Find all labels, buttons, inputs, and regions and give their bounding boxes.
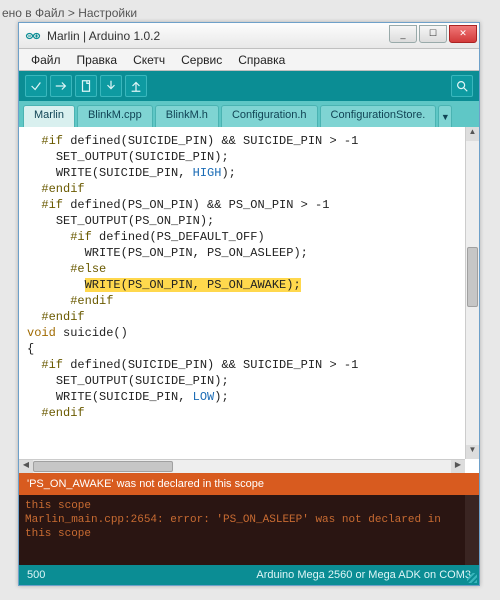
verify-button[interactable]: [25, 75, 47, 97]
code-line: WRITE(SUICIDE_PIN, LOW);: [27, 389, 457, 405]
arduino-icon: [25, 28, 41, 44]
tab-blinkm-cpp[interactable]: BlinkM.cpp: [77, 105, 153, 127]
error-summary-bar: 'PS_ON_AWAKE' was not declared in this s…: [19, 473, 479, 495]
menu-item-файл[interactable]: Файл: [23, 51, 69, 69]
menu-item-правка[interactable]: Правка: [69, 51, 126, 69]
code-line: #if defined(SUICIDE_PIN) && SUICIDE_PIN …: [27, 133, 457, 149]
new-button[interactable]: [75, 75, 97, 97]
code-editor[interactable]: #if defined(SUICIDE_PIN) && SUICIDE_PIN …: [19, 127, 479, 473]
vertical-scrollbar[interactable]: ▲ ▼: [465, 127, 479, 459]
arduino-window: Marlin | Arduino 1.0.2 _ ☐ ✕ ФайлПравкаС…: [18, 22, 480, 586]
close-button[interactable]: ✕: [449, 25, 477, 43]
console-output[interactable]: this scopeMarlin_main.cpp:2654: error: '…: [19, 495, 479, 565]
menu-bar: ФайлПравкаСкетчСервисСправка: [19, 49, 479, 71]
horizontal-scrollbar[interactable]: ◀ ▶: [19, 459, 465, 473]
page-breadcrumb-fragment: ено в Файл > Настройки: [2, 6, 137, 20]
horizontal-scroll-thumb[interactable]: [33, 461, 173, 472]
menu-item-сервис[interactable]: Сервис: [173, 51, 230, 69]
console-scrollbar[interactable]: [465, 495, 479, 565]
title-bar[interactable]: Marlin | Arduino 1.0.2 _ ☐ ✕: [19, 23, 479, 49]
code-line: #if defined(SUICIDE_PIN) && SUICIDE_PIN …: [27, 357, 457, 373]
code-line: {: [27, 341, 457, 357]
code-line: #if defined(PS_ON_PIN) && PS_ON_PIN > -1: [27, 197, 457, 213]
code-line: #endif: [27, 309, 457, 325]
code-line: #endif: [27, 181, 457, 197]
save-button[interactable]: [125, 75, 147, 97]
upload-button[interactable]: [50, 75, 72, 97]
menu-item-справка[interactable]: Справка: [230, 51, 293, 69]
tab-marlin[interactable]: Marlin: [23, 105, 75, 127]
minimize-button[interactable]: _: [389, 25, 417, 43]
maximize-button[interactable]: ☐: [419, 25, 447, 43]
scroll-left-icon[interactable]: ◀: [19, 460, 33, 473]
status-bar: 500 Arduino Mega 2560 or Mega ADK on COM…: [19, 565, 479, 585]
scroll-right-icon[interactable]: ▶: [451, 460, 465, 473]
error-summary-text: 'PS_ON_AWAKE' was not declared in this s…: [27, 478, 264, 490]
tab-configuration-h[interactable]: Configuration.h: [221, 105, 318, 127]
tab-bar: MarlinBlinkM.cppBlinkM.hConfiguration.hC…: [19, 101, 479, 127]
code-line: WRITE(SUICIDE_PIN, HIGH);: [27, 165, 457, 181]
window-title: Marlin | Arduino 1.0.2: [47, 29, 389, 43]
tab-overflow-button[interactable]: ▼: [438, 105, 452, 127]
vertical-scroll-thumb[interactable]: [467, 247, 478, 307]
code-line: #if defined(PS_DEFAULT_OFF): [27, 229, 457, 245]
open-button[interactable]: [100, 75, 122, 97]
code-line: #else: [27, 261, 457, 277]
scroll-down-icon[interactable]: ▼: [466, 445, 479, 459]
code-line: #endif: [27, 293, 457, 309]
code-line: WRITE(PS_ON_PIN, PS_ON_AWAKE);: [27, 277, 457, 293]
toolbar: [19, 71, 479, 101]
status-board-port: Arduino Mega 2560 or Mega ADK on COM3: [256, 569, 471, 581]
console-line: this scope: [25, 499, 473, 513]
code-line: void suicide(): [27, 325, 457, 341]
status-line-number: 500: [27, 569, 45, 581]
scroll-up-icon[interactable]: ▲: [466, 127, 479, 141]
code-line: SET_OUTPUT(SUICIDE_PIN);: [27, 149, 457, 165]
tab-configurationstore-[interactable]: ConfigurationStore.: [320, 105, 437, 127]
console-line: Marlin_main.cpp:2654: error: 'PS_ON_ASLE…: [25, 513, 473, 541]
code-line: #endif: [27, 405, 457, 421]
serial-monitor-button[interactable]: [451, 75, 473, 97]
code-line: WRITE(PS_ON_PIN, PS_ON_ASLEEP);: [27, 245, 457, 261]
menu-item-скетч[interactable]: Скетч: [125, 51, 173, 69]
resize-grip-icon[interactable]: [467, 573, 477, 583]
code-line: SET_OUTPUT(SUICIDE_PIN);: [27, 373, 457, 389]
tab-blinkm-h[interactable]: BlinkM.h: [155, 105, 219, 127]
code-line: SET_OUTPUT(PS_ON_PIN);: [27, 213, 457, 229]
